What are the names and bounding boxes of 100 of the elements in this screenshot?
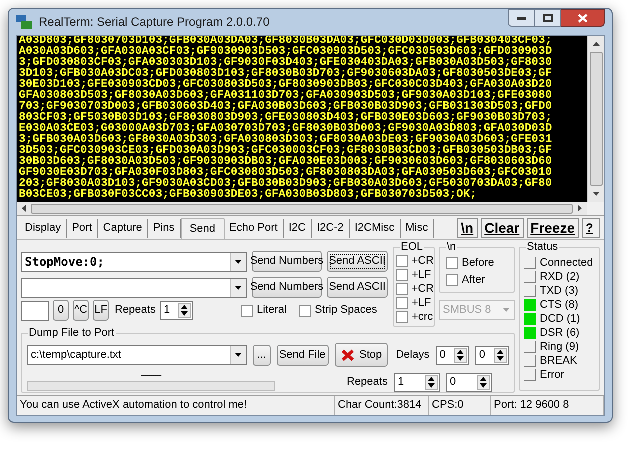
repeats-spinner[interactable]: 1 (160, 301, 193, 320)
toolbar-button[interactable]: \n (457, 218, 478, 238)
delay-spinner[interactable]: 0 (475, 346, 509, 364)
spin-arrows-icon[interactable] (494, 348, 507, 362)
terminal-line: A030A03D603;GFA030A03CF03;GF9030903D503;GFC030903D503;GFC030503D603;GFD030903D (19, 47, 554, 58)
vertical-scrollbar[interactable] (587, 36, 604, 202)
tab[interactable]: Capture (98, 219, 148, 238)
tab[interactable]: Send (180, 218, 225, 240)
tab[interactable]: Display (20, 219, 68, 238)
scroll-up-icon (592, 42, 600, 46)
status-bar-text: Char Count:3814 (335, 396, 429, 415)
spin-arrows-icon[interactable] (178, 303, 191, 318)
tab[interactable]: Echo Port (224, 219, 284, 238)
spin-arrows-icon[interactable] (454, 348, 468, 362)
stop-button[interactable]: Stop (334, 343, 388, 367)
tab[interactable]: I2C-2 (312, 219, 350, 238)
scroll-right-icon (578, 205, 582, 212)
status-label: Connected (540, 256, 594, 271)
status-label: BREAK (540, 354, 578, 369)
delay-spinner[interactable]: 0 (436, 346, 470, 364)
caret-icon (234, 353, 242, 357)
terminal-line: 3;GFD030803CF03;GFA030303D103;GF9030F03D403;GFE030403DA03;GFB030A03D503;GF8030 (19, 58, 554, 69)
maximize-button[interactable] (535, 9, 561, 27)
delays-label: Delays (396, 348, 430, 363)
scrollbar-thumb[interactable] (590, 52, 602, 186)
repeats-spinner[interactable]: 1 (394, 373, 440, 392)
send-button[interactable]: Send Numbers (252, 251, 322, 272)
status-label: DSR (6) (540, 326, 580, 341)
dropdown-button[interactable] (230, 278, 246, 296)
checkbox[interactable] (396, 255, 408, 267)
terminal-line: 30B03D603;GF8030A03D503;GF9030903DB03;GFA030E03D003;GF9030603D603;GF8030603D60 (19, 157, 554, 168)
control-button[interactable]: 0 (53, 300, 69, 321)
send-button[interactable]: Send Numbers (252, 277, 322, 298)
control-button[interactable]: ^C (73, 300, 89, 321)
checkbox[interactable] (298, 304, 311, 316)
checkbox-label: Strip Spaces (314, 303, 378, 318)
checkbox-label: +CR (412, 254, 434, 269)
dropdown-button[interactable] (230, 252, 246, 270)
text-input-combo[interactable] (21, 278, 247, 298)
checkbox[interactable] (396, 269, 408, 281)
window-title: RealTerm: Serial Capture Program 2.0.0.70 (39, 14, 271, 31)
checkbox[interactable] (396, 311, 408, 323)
checkbox[interactable] (446, 257, 458, 269)
terminal-line: 3D103;GFB030A03DC03;GFD030803D103;GF8030B03D703;GF9030603DA03;GF8030503DE03;GF (19, 69, 554, 80)
text-input-combo[interactable]: StopMove:0; (21, 252, 247, 272)
checkbox[interactable] (240, 304, 253, 316)
terminal-line: E030A03CE03;G03000A03D703;GFA030703D703;GF8030B03D003;GF9030A03D803;GFA030D03D (19, 124, 554, 135)
small-input-field[interactable] (21, 300, 49, 320)
file-path-combo[interactable]: c:\temp\capture.txt (27, 345, 247, 365)
cross-icon (340, 348, 354, 362)
progress-text: ---------- (141, 369, 161, 381)
spin-arrows-icon[interactable] (476, 375, 490, 390)
close-button[interactable] (561, 9, 605, 27)
tab[interactable]: I2C (284, 219, 312, 238)
tab[interactable]: Misc (400, 219, 434, 238)
status-label: TXD (3) (540, 284, 578, 299)
repeats-spinner[interactable]: 0 (446, 373, 492, 392)
send-button[interactable]: Send ASCII (327, 277, 388, 298)
tab[interactable]: I2CMisc (350, 219, 401, 238)
terminal-line: 203;GF8030A03D103;GF9030A03CD03;GFB030B03D903;GFB030A03D603;GF5030703DA03;GF80 (19, 179, 554, 190)
dropdown-button[interactable] (230, 346, 246, 364)
status-bar-text: CPS:0 (429, 396, 491, 415)
checkbox-label: +CR (412, 282, 434, 297)
status-bar-text: Port: 12 9600 8 (491, 396, 604, 415)
checkbox[interactable] (396, 297, 408, 309)
caret-icon (235, 286, 242, 290)
control-button[interactable]: LF (93, 300, 109, 321)
terminal-line: 3;GFB030A03D603;GF8030A03D303;GFA030803D303;GF8030A03DE03;GF9030A03D603;GFE031 (19, 135, 554, 146)
checkbox-label: Before (462, 256, 494, 271)
maximize-icon (542, 14, 552, 22)
terminal-line: 3D503;GFC030903CE03;GFD030A03D903;GFC030003CF03;GF8030B03CD03;GFB030503DB03;GF (19, 146, 554, 157)
toolbar-button[interactable]: Freeze (526, 218, 579, 238)
checkbox-label: +LF (412, 296, 432, 311)
status-label: DCD (1) (540, 312, 580, 327)
spin-arrows-icon[interactable] (424, 375, 438, 390)
terminal-line: GFA030803D503;GF8030A03D603;GFA031103D703;GFA030903D503;GF9030A03D103;GFE03080 (19, 91, 554, 102)
status-label: Ring (9) (540, 340, 580, 355)
status-label: Error (540, 368, 564, 383)
send-file-button[interactable]: Send File (276, 344, 329, 366)
repeats-label: Repeats (115, 303, 156, 318)
checkbox-label: +crc (412, 310, 434, 325)
repeats-label: Repeats (347, 375, 388, 390)
minimize-button[interactable] (508, 9, 535, 27)
checkbox-label: Literal (256, 303, 287, 318)
status-label: RXD (2) (540, 270, 580, 285)
minimize-icon (517, 16, 526, 20)
scroll-left-icon (22, 205, 26, 212)
terminal-line: GF9030E03D703;GFA030F03D803;GFC030803D503;GF8030803DA03;GFA030503D603;GFC03010 (19, 168, 554, 179)
checkbox[interactable] (396, 283, 408, 295)
toolbar-button[interactable]: Clear (480, 218, 524, 238)
close-icon (578, 14, 588, 22)
browse-button[interactable]: ... (252, 344, 271, 366)
status-bar-text: You can use ActiveX automation to control me! (17, 396, 335, 415)
terminal-line: B03CE03;GFB030F03CC03;GFB030903DE03;GFA030B03D803;GFB030703D503;OK; (19, 190, 477, 201)
caret-icon (235, 260, 242, 264)
checkbox[interactable] (446, 274, 458, 286)
scrollbar-thumb[interactable] (31, 204, 573, 214)
tab[interactable]: Port (67, 219, 98, 238)
toolbar-button[interactable]: ? (582, 218, 600, 238)
horizontal-scrollbar[interactable] (17, 202, 587, 215)
